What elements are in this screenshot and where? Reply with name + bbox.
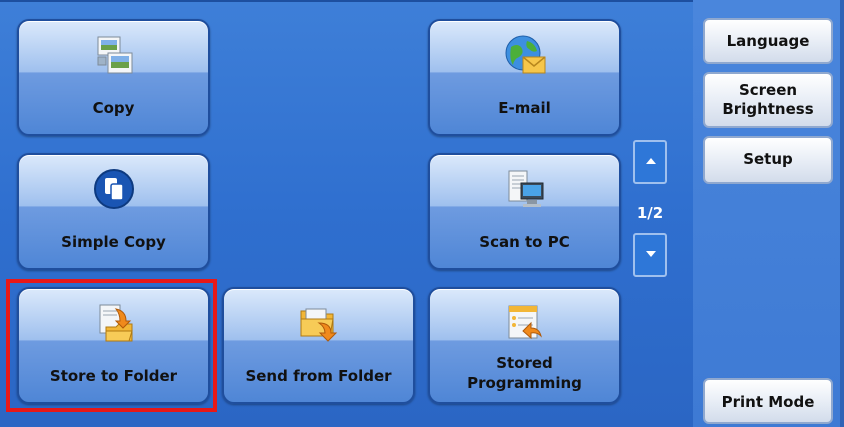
screen-brightness-label-line2: Brightness bbox=[722, 100, 814, 118]
setup-label: Setup bbox=[743, 150, 793, 168]
stored-programming-icon bbox=[508, 305, 542, 340]
globe-mail-icon bbox=[505, 35, 545, 74]
scroll-down-button[interactable] bbox=[633, 233, 667, 277]
scan-to-pc-label: Scan to PC bbox=[479, 233, 570, 251]
store-to-folder-label: Store to Folder bbox=[49, 367, 178, 385]
screen-brightness-label-line1: Screen bbox=[738, 81, 798, 99]
stored-programming-label-line2: Programming bbox=[467, 374, 582, 392]
store-to-folder-button[interactable]: Store to Folder bbox=[17, 287, 210, 404]
language-label: Language bbox=[726, 32, 810, 50]
scan-to-pc-icon bbox=[508, 170, 543, 207]
send-from-folder-icon bbox=[300, 308, 337, 342]
stored-programming-label-line1: Stored bbox=[496, 354, 553, 372]
copy-button[interactable]: Copy bbox=[17, 19, 210, 136]
simple-copy-button[interactable]: Simple Copy bbox=[17, 153, 210, 270]
print-mode-button[interactable]: Print Mode bbox=[703, 378, 833, 424]
side-panel bbox=[693, 0, 844, 427]
email-label: E-mail bbox=[498, 99, 551, 117]
language-button[interactable]: Language bbox=[703, 18, 833, 64]
store-to-folder-icon bbox=[99, 304, 133, 342]
setup-button[interactable]: Setup bbox=[703, 136, 833, 184]
print-mode-label: Print Mode bbox=[721, 393, 815, 411]
scan-to-pc-button[interactable]: Scan to PC bbox=[428, 153, 621, 270]
screen-brightness-button[interactable]: Screen Brightness bbox=[703, 72, 833, 128]
triangle-down-icon bbox=[646, 251, 656, 257]
panel-edge bbox=[840, 0, 844, 427]
send-from-folder-button[interactable]: Send from Folder bbox=[222, 287, 415, 404]
page-indicator: 1/2 bbox=[636, 204, 664, 222]
stored-programming-label: Stored Programming bbox=[430, 353, 619, 393]
simple-copy-label: Simple Copy bbox=[61, 233, 166, 251]
scroll-up-button[interactable] bbox=[633, 140, 667, 184]
simple-copy-icon bbox=[93, 169, 134, 209]
send-from-folder-label: Send from Folder bbox=[245, 367, 392, 385]
email-button[interactable]: E-mail bbox=[428, 19, 621, 136]
copy-label: Copy bbox=[92, 99, 135, 117]
stored-programming-button[interactable]: Stored Programming bbox=[428, 287, 621, 404]
triangle-up-icon bbox=[646, 158, 656, 164]
copy-icon bbox=[97, 36, 132, 74]
